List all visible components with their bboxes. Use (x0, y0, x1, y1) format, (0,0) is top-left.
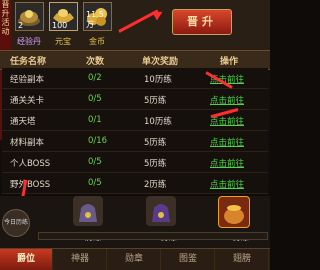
promotion-panel: 晋 升 活 动 2 经验丹 100 元宝 11.5万 金币 晋升 任务名称 次数… (0, 0, 270, 270)
task-count: 0/5 (88, 94, 102, 104)
today-label: 今日历练 (3, 219, 28, 226)
tab-title[interactable]: 爵位 (0, 249, 53, 270)
side-label-char: 升 (1, 9, 10, 18)
go-link[interactable]: 点击前往 (210, 94, 244, 106)
promote-button[interactable]: 晋升 (172, 9, 232, 35)
go-link[interactable]: 点击前往 (210, 157, 244, 169)
table-row: 野外BOSS 0/5 2历练 点击前往 (2, 173, 268, 194)
task-name: 材料副本 (10, 138, 45, 148)
task-reward: 5历练 (144, 96, 167, 106)
task-reward: 5历练 (144, 138, 167, 148)
chest-bag-icon[interactable] (146, 196, 176, 226)
reward-label: 金币 (89, 37, 105, 46)
table-row: 通关关卡 0/5 5历练 点击前往 (2, 89, 268, 110)
table-row: 个人BOSS 0/5 5历练 点击前往 (2, 152, 268, 173)
task-name: 个人BOSS (10, 159, 51, 169)
task-count: 0/5 (88, 178, 102, 188)
tab-medal[interactable]: 勋章 (108, 249, 161, 270)
tab-collection[interactable]: 图鉴 (162, 249, 215, 270)
bottom-tab-bar: 爵位 神器 勋章 图鉴 翅膀 (0, 248, 270, 270)
reward-slot-exp[interactable]: 2 (15, 2, 44, 31)
task-reward: 5历练 (144, 159, 167, 169)
task-name: 通关关卡 (10, 96, 45, 106)
go-link[interactable]: 点击前往 (210, 136, 244, 148)
today-exp-badge: 今日历练 (2, 209, 30, 237)
task-count: 0/16 (88, 136, 108, 146)
task-table-header: 任务名称 次数 单次奖励 操作 (0, 50, 270, 70)
chest-bag-icon[interactable] (73, 196, 103, 226)
reward-slot-yuanbao[interactable]: 100 (49, 2, 78, 31)
annotation-arrow-head (152, 7, 165, 21)
reward-label: 元宝 (55, 37, 71, 46)
bag-icon (152, 204, 170, 222)
chest-treasure-icon[interactable] (218, 196, 250, 228)
tab-wings[interactable]: 翅膀 (216, 249, 269, 270)
tab-artifact[interactable]: 神器 (54, 249, 107, 270)
table-row: 材料副本 0/16 5历练 点击前往 (2, 131, 268, 152)
reward-progress-area: 80历练 130历练 190历练 (0, 196, 270, 248)
task-name: 通天塔 (10, 117, 36, 127)
bag-icon (79, 204, 97, 222)
task-reward: 2历练 (144, 180, 167, 190)
reward-bar: 2 经验丹 100 元宝 11.5万 金币 晋升 (11, 0, 270, 50)
exp-progress-bar (38, 232, 268, 240)
task-reward: 10历练 (144, 75, 172, 85)
header-task-name: 任务名称 (10, 57, 47, 67)
task-name: 经验副本 (10, 75, 45, 85)
task-name: 野外BOSS (10, 180, 51, 190)
reward-count: 11.5万 (86, 10, 104, 29)
reward-count: 2 (18, 21, 24, 30)
task-count: 0/1 (88, 115, 102, 125)
header-reward: 单次奖励 (142, 57, 179, 67)
header-count: 次数 (86, 57, 105, 67)
treasure-pot-icon (224, 205, 244, 224)
side-label-char: 晋 (1, 0, 10, 9)
reward-label: 经验丹 (17, 37, 41, 46)
side-label-char: 动 (1, 27, 10, 36)
task-count: 0/2 (88, 73, 102, 83)
go-link[interactable]: 点击前往 (210, 178, 244, 190)
task-reward: 10历练 (144, 117, 172, 127)
task-count: 0/5 (88, 157, 102, 167)
reward-slot-gold[interactable]: 11.5万 (83, 2, 112, 31)
reward-count: 100 (52, 21, 68, 30)
side-label-char: 活 (1, 18, 10, 27)
header-action: 操作 (220, 57, 239, 67)
